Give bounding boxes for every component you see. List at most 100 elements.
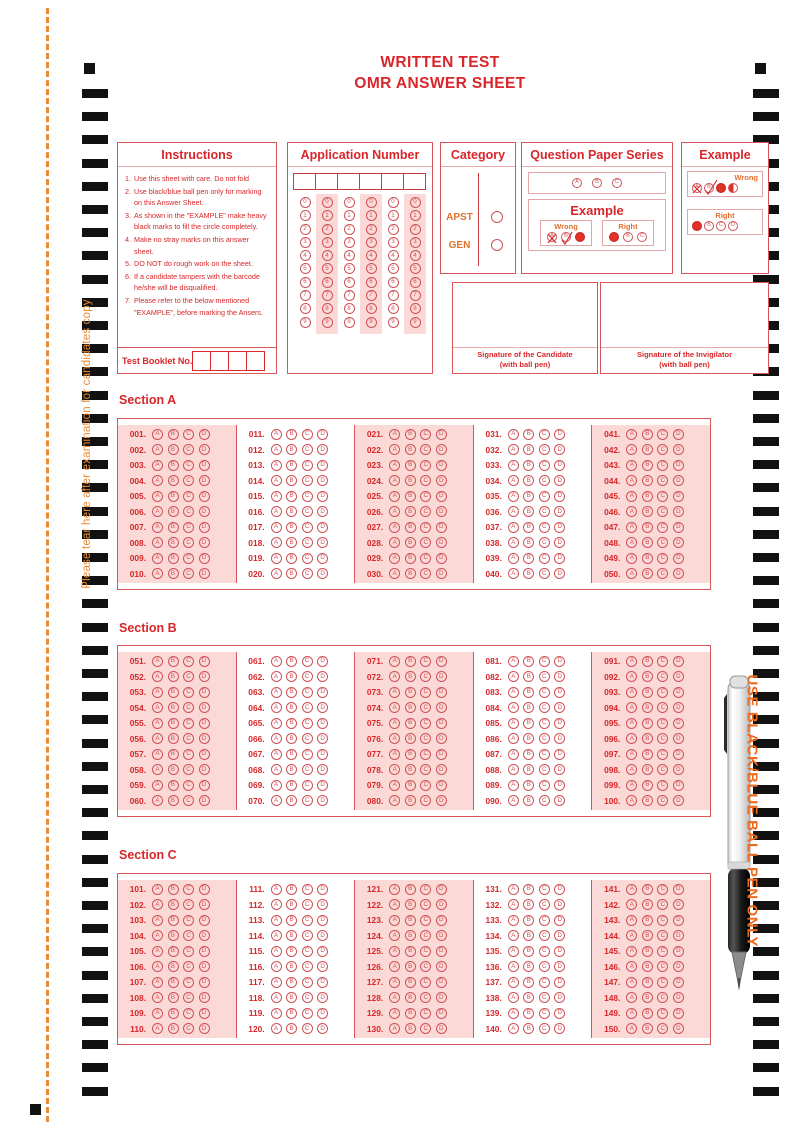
answer-bubble[interactable]: A bbox=[152, 945, 163, 957]
answer-bubble[interactable]: D bbox=[198, 537, 210, 549]
answer-bubble[interactable]: C bbox=[183, 459, 194, 471]
application-number-bubble[interactable]: 5 bbox=[409, 263, 421, 275]
answer-bubble[interactable]: C bbox=[420, 764, 432, 776]
answer-bubble[interactable]: D bbox=[672, 795, 684, 807]
answer-bubble[interactable]: A bbox=[626, 686, 638, 698]
answer-bubble[interactable]: C bbox=[183, 930, 194, 942]
answer-bubble[interactable]: A bbox=[626, 490, 638, 502]
answer-bubble[interactable]: D bbox=[672, 671, 684, 683]
answer-bubble[interactable]: B bbox=[641, 521, 653, 533]
answer-bubble[interactable]: D bbox=[317, 459, 329, 471]
answer-bubble[interactable]: D bbox=[317, 537, 329, 549]
answer-bubble[interactable]: C bbox=[183, 537, 194, 549]
answer-bubble[interactable]: B bbox=[167, 992, 179, 1004]
answer-bubble[interactable]: D bbox=[198, 795, 210, 807]
answer-bubble[interactable]: A bbox=[507, 568, 519, 580]
answer-bubble[interactable]: A bbox=[389, 899, 401, 911]
answer-bubble[interactable]: B bbox=[404, 748, 416, 760]
answer-bubble[interactable]: C bbox=[301, 568, 313, 580]
answer-bubble[interactable]: A bbox=[389, 686, 401, 698]
answer-bubble[interactable]: D bbox=[672, 1007, 684, 1019]
answer-bubble[interactable]: C bbox=[183, 475, 194, 487]
answer-bubble[interactable]: A bbox=[152, 992, 163, 1004]
answer-bubble[interactable]: C bbox=[301, 976, 313, 988]
answer-bubble[interactable]: C bbox=[538, 914, 550, 926]
answer-bubble[interactable]: D bbox=[554, 537, 566, 549]
answer-bubble[interactable]: D bbox=[672, 1023, 684, 1035]
answer-bubble[interactable]: D bbox=[317, 490, 329, 502]
answer-bubble[interactable]: D bbox=[317, 945, 329, 957]
answer-bubble[interactable]: D bbox=[317, 899, 329, 911]
answer-bubble[interactable]: B bbox=[641, 779, 653, 791]
answer-bubble[interactable]: D bbox=[672, 428, 684, 440]
application-number-bubble[interactable]: 5 bbox=[387, 263, 399, 275]
answer-bubble[interactable]: B bbox=[286, 976, 298, 988]
category-option-gen[interactable]: GEN O bbox=[441, 239, 515, 251]
answer-bubble[interactable]: C bbox=[420, 930, 432, 942]
answer-bubble[interactable]: A bbox=[270, 779, 282, 791]
answer-bubble[interactable]: A bbox=[626, 702, 638, 714]
application-number-bubble[interactable]: 0 bbox=[299, 197, 311, 208]
answer-bubble[interactable]: C bbox=[538, 883, 550, 895]
answer-bubble[interactable]: B bbox=[404, 459, 416, 471]
answer-bubble[interactable]: C bbox=[301, 764, 313, 776]
answer-bubble[interactable]: A bbox=[507, 702, 519, 714]
answer-bubble[interactable]: A bbox=[507, 506, 519, 518]
answer-bubble[interactable]: D bbox=[198, 521, 210, 533]
answer-bubble[interactable]: D bbox=[554, 552, 566, 564]
answer-bubble[interactable]: B bbox=[404, 428, 416, 440]
answer-bubble[interactable]: B bbox=[523, 992, 535, 1004]
answer-bubble[interactable]: C bbox=[420, 428, 432, 440]
answer-bubble[interactable]: D bbox=[198, 490, 210, 502]
answer-bubble[interactable]: C bbox=[538, 717, 550, 729]
answer-bubble[interactable]: B bbox=[286, 945, 298, 957]
answer-bubble[interactable]: A bbox=[152, 506, 163, 518]
application-number-bubble[interactable]: 1 bbox=[365, 210, 377, 222]
answer-bubble[interactable]: D bbox=[672, 976, 684, 988]
answer-bubble[interactable]: C bbox=[183, 945, 194, 957]
application-number-bubble[interactable]: 9 bbox=[343, 316, 355, 328]
answer-bubble[interactable]: A bbox=[270, 930, 282, 942]
answer-bubble[interactable]: B bbox=[523, 779, 535, 791]
answer-bubble[interactable]: A bbox=[389, 428, 401, 440]
answer-bubble[interactable]: A bbox=[389, 883, 401, 895]
answer-bubble[interactable]: B bbox=[641, 552, 653, 564]
answer-bubble[interactable]: B bbox=[641, 764, 653, 776]
application-number-bubble[interactable]: 5 bbox=[299, 263, 311, 275]
answer-bubble[interactable]: B bbox=[286, 1007, 298, 1019]
application-number-bubble[interactable]: 0 bbox=[365, 197, 377, 208]
answer-bubble[interactable]: C bbox=[301, 914, 313, 926]
answer-bubble[interactable]: A bbox=[626, 459, 638, 471]
answer-bubble[interactable]: C bbox=[420, 1023, 432, 1035]
answer-bubble[interactable]: A bbox=[270, 475, 282, 487]
answer-bubble[interactable]: B bbox=[641, 1023, 653, 1035]
answer-bubble[interactable]: C bbox=[657, 444, 669, 456]
answer-bubble[interactable]: A bbox=[389, 976, 401, 988]
answer-bubble[interactable]: A bbox=[389, 459, 401, 471]
answer-bubble[interactable]: A bbox=[389, 779, 401, 791]
answer-bubble[interactable]: B bbox=[286, 883, 298, 895]
answer-bubble[interactable]: B bbox=[167, 1023, 179, 1035]
answer-bubble[interactable]: C bbox=[420, 671, 432, 683]
answer-bubble[interactable]: A bbox=[507, 795, 519, 807]
answer-bubble[interactable]: D bbox=[317, 976, 329, 988]
answer-bubble[interactable]: C bbox=[657, 521, 669, 533]
answer-bubble[interactable]: C bbox=[538, 899, 550, 911]
answer-bubble[interactable]: A bbox=[626, 568, 638, 580]
question-paper-series-bubble[interactable]: B bbox=[592, 178, 602, 188]
answer-bubble[interactable]: A bbox=[270, 717, 282, 729]
answer-bubble[interactable]: C bbox=[538, 733, 550, 745]
answer-bubble[interactable]: D bbox=[554, 748, 566, 760]
answer-bubble[interactable]: C bbox=[183, 914, 194, 926]
answer-bubble[interactable]: A bbox=[152, 444, 163, 456]
answer-bubble[interactable]: D bbox=[435, 899, 447, 911]
answer-bubble[interactable]: C bbox=[420, 992, 432, 1004]
answer-bubble[interactable]: D bbox=[554, 1007, 566, 1019]
answer-bubble[interactable]: B bbox=[286, 992, 298, 1004]
answer-bubble[interactable]: C bbox=[420, 686, 432, 698]
answer-bubble[interactable]: D bbox=[435, 779, 447, 791]
answer-bubble[interactable]: C bbox=[420, 506, 432, 518]
answer-bubble[interactable]: B bbox=[167, 883, 179, 895]
answer-bubble[interactable]: B bbox=[167, 671, 179, 683]
answer-bubble[interactable]: A bbox=[270, 764, 282, 776]
